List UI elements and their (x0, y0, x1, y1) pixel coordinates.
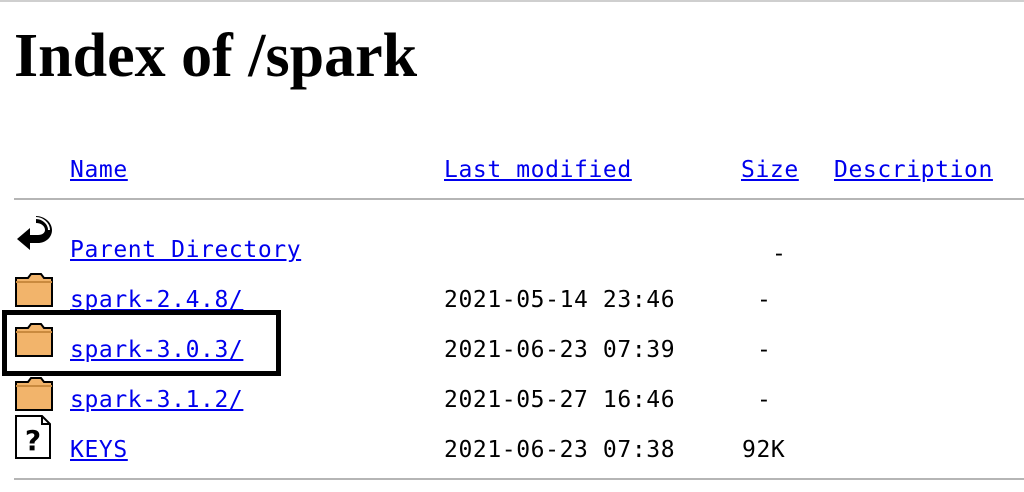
sort-by-name-link[interactable]: Name (70, 156, 128, 184)
sort-by-size-link[interactable]: Size (741, 156, 799, 184)
row-size: - (772, 241, 787, 267)
svg-text:?: ? (25, 424, 41, 457)
row-size: - (757, 287, 772, 313)
folder-icon (15, 273, 53, 307)
selection-highlight-box (2, 310, 281, 376)
page-title: Index of /spark (14, 22, 418, 90)
footer-divider (14, 478, 1024, 480)
row-size: - (757, 387, 772, 413)
row-last-modified: 2021-06-23 07:39 (444, 337, 676, 363)
folder-link[interactable]: spark-3.1.2/ (70, 386, 243, 414)
back-arrow-icon (17, 216, 52, 250)
sort-by-description-link[interactable]: Description (834, 156, 993, 184)
row-size: - (757, 337, 772, 363)
sort-by-last-modified-link[interactable]: Last modified (444, 156, 632, 184)
top-divider (0, 0, 1024, 2)
header-divider (14, 198, 1024, 200)
keys-file-link[interactable]: KEYS (70, 436, 128, 464)
parent-directory-link[interactable]: Parent Directory (70, 236, 301, 264)
row-last-modified: 2021-05-27 16:46 (444, 387, 676, 413)
row-last-modified: 2021-06-23 07:38 (444, 437, 676, 463)
row-last-modified: 2021-05-14 23:46 (444, 287, 676, 313)
unknown-file-icon: ? (15, 415, 51, 459)
row-size: 92K (742, 437, 786, 463)
folder-icon (15, 377, 53, 411)
